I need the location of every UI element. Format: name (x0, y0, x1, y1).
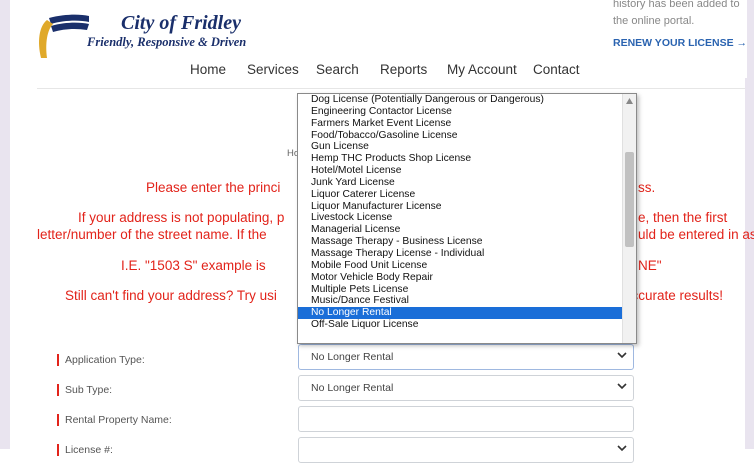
nav-home[interactable]: Home (190, 62, 226, 77)
instruction-line-5: Still can't find your address? Try usi (65, 288, 277, 303)
renew-license-link[interactable]: RENEW YOUR LICENSE → (613, 37, 747, 49)
left-page-gutter (0, 0, 10, 449)
application-type-value: No Longer Rental (311, 351, 394, 363)
application-type-dropdown-list[interactable]: Dog License (Potentially Dangerous or Da… (297, 93, 637, 344)
dropdown-option[interactable]: Mobile Food Unit License (298, 260, 624, 272)
instruction-line-3-end: uld be entered in as (638, 227, 754, 242)
header-divider (37, 88, 745, 89)
instruction-line-1-end: ss. (638, 180, 656, 195)
nav-services[interactable]: Services (247, 62, 299, 77)
dropdown-option[interactable]: Massage Therapy License - Individual (298, 248, 624, 260)
logo-swoosh-icon (39, 14, 89, 58)
dropdown-option[interactable]: Liquor Caterer License (298, 189, 624, 201)
logo-title: City of Fridley (121, 12, 241, 34)
instruction-line-1: Please enter the princi (146, 180, 281, 195)
nav-reports[interactable]: Reports (380, 62, 427, 77)
instruction-line-4-end: NE" (638, 258, 662, 273)
promo-text: history has been added to the online por… (613, 0, 740, 27)
application-type-select[interactable]: No Longer Rental (298, 344, 634, 370)
dropdown-option[interactable]: Livestock License (298, 212, 624, 224)
license-number-select[interactable] (298, 437, 634, 463)
instruction-line-2-end: e, then the first (638, 210, 728, 225)
instruction-line-2: If your address is not populating, p (78, 210, 285, 225)
dropdown-option[interactable]: Gun License (298, 141, 624, 153)
dropdown-option[interactable]: Multiple Pets License (298, 284, 624, 296)
nav-my-account[interactable]: My Account (447, 62, 517, 77)
dropdown-option[interactable]: Farmers Market Event License (298, 118, 624, 130)
dropdown-option[interactable]: Hotel/Motel License (298, 165, 624, 177)
dropdown-option[interactable]: Massage Therapy - Business License (298, 236, 624, 248)
application-type-label: Application Type: (57, 354, 145, 366)
dropdown-option[interactable]: Motor Vehicle Body Repair (298, 272, 624, 284)
license-number-label: License #: (57, 444, 113, 456)
rental-property-name-label: Rental Property Name: (57, 414, 172, 426)
sub-type-select[interactable]: No Longer Rental (298, 375, 634, 401)
instruction-line-4: I.E. "1503 S" example is (121, 258, 266, 273)
nav-search[interactable]: Search (316, 62, 359, 77)
dropdown-options: Dog License (Potentially Dangerous or Da… (298, 94, 624, 331)
instruction-line-3: letter/number of the street name. If the (37, 227, 267, 242)
dropdown-option[interactable]: Off-Sale Liquor License (298, 319, 624, 331)
site-logo[interactable]: City of Fridley Friendly, Responsive & D… (35, 10, 247, 60)
logo-subtitle: Friendly, Responsive & Driven (87, 35, 247, 49)
chevron-down-icon (617, 445, 627, 452)
dropdown-option[interactable]: Managerial License (298, 224, 624, 236)
chevron-down-icon (617, 352, 627, 359)
sub-type-value: No Longer Rental (311, 382, 394, 394)
dropdown-option[interactable]: No Longer Rental (298, 307, 624, 320)
dropdown-scrollbar-thumb[interactable] (625, 152, 634, 247)
dropdown-option[interactable]: Engineering Contactor License (298, 106, 624, 118)
chevron-down-icon (617, 383, 627, 390)
promo-panel: history has been added to the online por… (597, 0, 747, 78)
scroll-up-arrow-icon[interactable] (626, 98, 633, 104)
instruction-line-5-end: accurate results! (624, 288, 724, 303)
dropdown-option[interactable]: Dog License (Potentially Dangerous or Da… (298, 94, 624, 106)
nav-contact[interactable]: Contact (533, 62, 580, 77)
dropdown-scrollbar[interactable] (622, 94, 636, 343)
dropdown-option[interactable]: Hemp THC Products Shop License (298, 153, 624, 165)
dropdown-option[interactable]: Junk Yard License (298, 177, 624, 189)
dropdown-option[interactable]: Music/Dance Festival (298, 295, 624, 307)
dropdown-option[interactable]: Food/Tobacco/Gasoline License (298, 130, 624, 142)
rental-property-name-input[interactable] (298, 406, 634, 432)
sub-type-label: Sub Type: (57, 384, 112, 396)
dropdown-option[interactable]: Liquor Manufacturer License (298, 201, 624, 213)
